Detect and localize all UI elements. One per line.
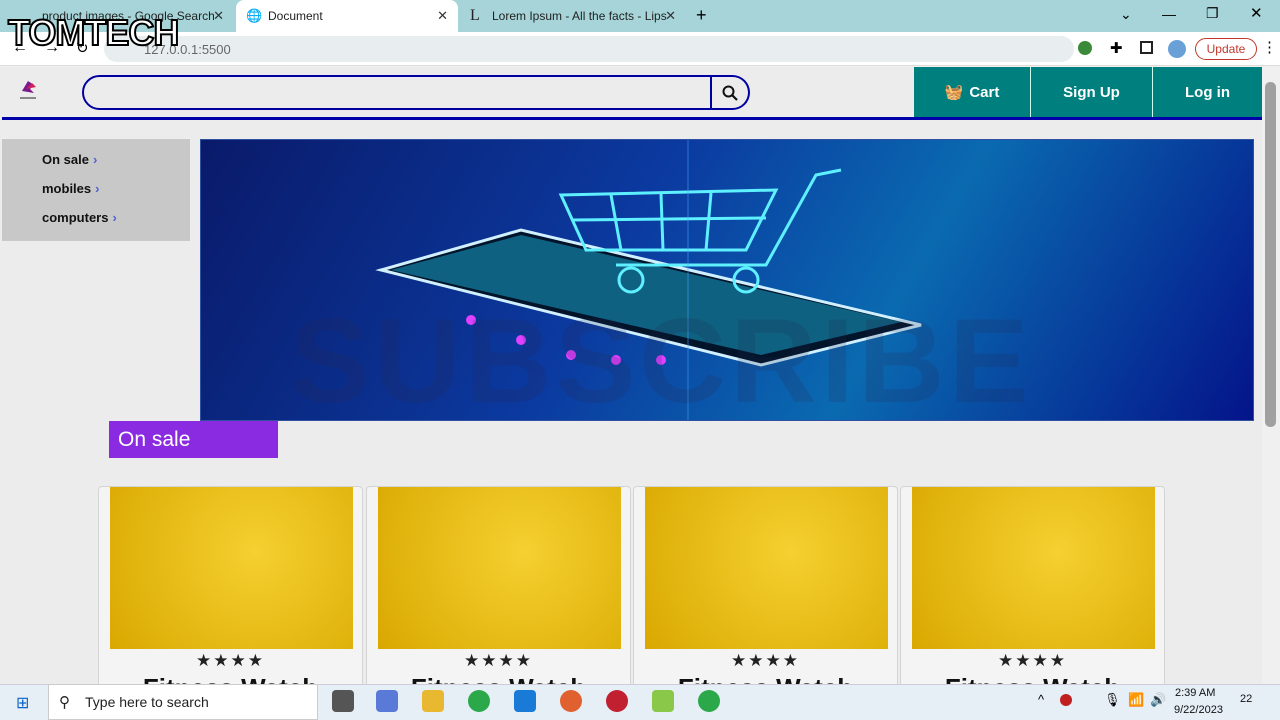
speaker-icon[interactable]: 🔊 — [1150, 692, 1166, 708]
clock-time[interactable]: 2:39 AM — [1175, 687, 1215, 699]
search-button[interactable] — [712, 75, 750, 110]
headphones-image — [378, 487, 621, 649]
web-page: 🧺 Cart Sign Up Log in On sale › mobiles › … — [0, 67, 1262, 684]
notification-badge[interactable]: 22 — [1240, 693, 1252, 705]
rating-stars: ★★★★ — [464, 651, 533, 670]
browser-tab-bar: product images - Google Search ✕ 🌐 Docum… — [0, 0, 1280, 32]
taskbar-search[interactable]: ⚲ Type here to search — [48, 684, 318, 720]
product-title: Fitness Watch — [901, 673, 1164, 684]
search-icon — [722, 85, 738, 101]
close-window-icon[interactable]: ✕ — [1250, 4, 1263, 22]
address-bar[interactable]: 127.0.0.1:5500 — [104, 36, 1074, 62]
subscribe-overlay-text: SUBSCRIBE — [290, 294, 1033, 428]
update-button[interactable]: Update — [1195, 38, 1257, 60]
sidebar-item-label: computers — [42, 210, 109, 225]
app-icon[interactable] — [606, 690, 628, 712]
windows-start-icon[interactable]: ⊞ — [16, 693, 29, 713]
tab-document[interactable]: 🌐 Document ✕ — [236, 0, 458, 32]
vscode-icon[interactable] — [514, 690, 536, 712]
rating-stars: ★★★★ — [998, 651, 1067, 670]
sidebar-item-label: mobiles — [42, 181, 92, 196]
chevron-down-icon[interactable]: ⌄ — [1120, 6, 1132, 23]
menu-dots-icon[interactable]: ⋮ — [1262, 38, 1277, 56]
basket-icon: 🧺 — [944, 84, 964, 101]
app-icon[interactable] — [652, 690, 674, 712]
chrome-icon[interactable] — [468, 690, 490, 712]
restore-icon[interactable]: ❐ — [1206, 5, 1219, 22]
tab-label: Document — [268, 9, 323, 23]
microphone-icon[interactable]: 🎙 — [1104, 692, 1121, 708]
tray-chevron-icon[interactable]: ^ — [1038, 692, 1044, 707]
tab-lorem-ipsum[interactable]: L Lorem Ipsum - All the facts - Lips ✕ — [460, 0, 686, 32]
clock-date[interactable]: 9/22/2023 — [1174, 704, 1223, 716]
chevron-right-icon: › — [95, 181, 100, 196]
chrome-icon[interactable] — [698, 690, 720, 712]
cart-button[interactable]: 🧺 Cart — [913, 67, 1030, 117]
product-card[interactable]: ★★★★ Fitness Watch — [633, 486, 898, 684]
sidebar-item-computers[interactable]: computers › — [42, 210, 117, 225]
headphones-image — [912, 487, 1155, 649]
close-icon[interactable]: ✕ — [437, 8, 448, 24]
category-sidebar: On sale › mobiles › computers › — [2, 139, 190, 241]
headphones-image — [110, 487, 353, 649]
product-title: Fitness Watch — [367, 673, 630, 684]
rating-stars: ★★★★ — [196, 651, 265, 670]
sidepanel-icon[interactable] — [1140, 41, 1153, 54]
product-card[interactable]: ★★★★ Fitness Watch — [900, 486, 1165, 684]
chevron-right-icon: › — [112, 210, 117, 225]
avatar[interactable] — [1168, 40, 1186, 58]
search-icon: ⚲ — [59, 694, 70, 711]
signup-button[interactable]: Sign Up — [1030, 67, 1152, 117]
postman-icon[interactable] — [560, 690, 582, 712]
app-icon[interactable] — [376, 690, 398, 712]
product-title: Fitness Watch — [634, 673, 897, 684]
product-title: Fitness Watch — [99, 673, 362, 684]
login-button[interactable]: Log in — [1152, 67, 1262, 117]
new-tab-icon[interactable]: + — [696, 5, 707, 26]
taskbar-search-placeholder: Type here to search — [85, 694, 209, 710]
cart-label: Cart — [969, 83, 1000, 101]
headphones-image — [645, 487, 888, 649]
extension-icon[interactable] — [1078, 41, 1092, 55]
close-icon[interactable]: ✕ — [213, 8, 224, 24]
search-input[interactable] — [82, 75, 712, 110]
product-card[interactable]: ★★★★ Fitness Watch — [366, 486, 631, 684]
record-icon[interactable] — [1060, 694, 1072, 706]
header-divider — [2, 117, 1262, 120]
close-icon[interactable]: ✕ — [665, 8, 676, 24]
sidebar-item-on-sale[interactable]: On sale › — [42, 152, 97, 167]
scrollbar-thumb[interactable] — [1265, 82, 1276, 427]
channel-watermark: TOMTECH — [7, 11, 180, 54]
task-view-icon[interactable] — [332, 690, 354, 712]
lipsum-icon: L — [470, 7, 480, 24]
sidebar-item-label: On sale — [42, 152, 89, 167]
tab-label: Lorem Ipsum - All the facts - Lips — [492, 9, 667, 23]
file-explorer-icon[interactable] — [422, 690, 444, 712]
globe-icon: 🌐 — [246, 8, 263, 23]
sidebar-item-mobiles[interactable]: mobiles › — [42, 181, 99, 196]
product-card[interactable]: ★★★★ Fitness Watch — [98, 486, 363, 684]
minimize-icon[interactable]: — — [1162, 6, 1176, 22]
wifi-icon[interactable]: 📶 — [1128, 692, 1144, 708]
chevron-right-icon: › — [92, 152, 98, 167]
puzzle-icon[interactable]: ✚ — [1110, 39, 1123, 57]
site-logo[interactable] — [18, 77, 38, 101]
section-title-on-sale: On sale — [109, 421, 278, 458]
rating-stars: ★★★★ — [731, 651, 800, 670]
